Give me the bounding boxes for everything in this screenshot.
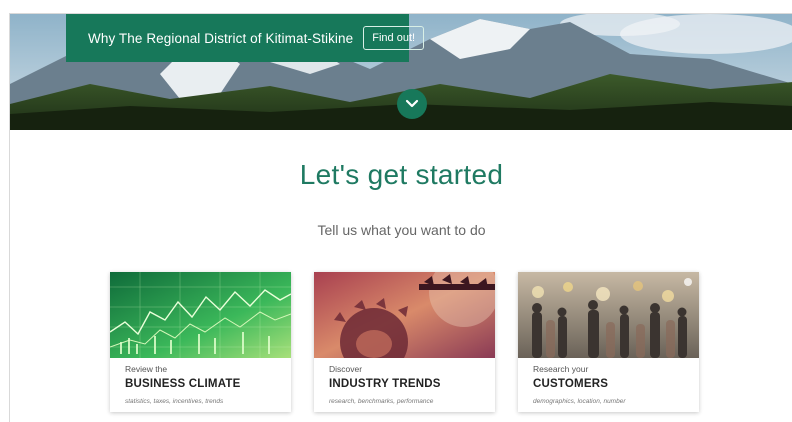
card-customers[interactable]: Research your CUSTOMERS demographics, lo… <box>518 272 699 412</box>
card-industry-trends[interactable]: Discover INDUSTRY TRENDS research, bench… <box>314 272 495 412</box>
find-out-button[interactable]: Find out! <box>363 26 425 50</box>
card-body: Review the BUSINESS CLIMATE statistics, … <box>110 358 291 405</box>
promo-banner: Why The Regional District of Kitimat-Sti… <box>66 14 425 62</box>
card-body: Discover INDUSTRY TRENDS research, bench… <box>314 358 495 405</box>
street-market-crowd-image <box>518 272 699 358</box>
page-subtitle: Tell us what you want to do <box>317 222 486 238</box>
card-tags: demographics, location, number <box>533 398 626 405</box>
card-pretitle: Review the <box>125 364 168 374</box>
industrial-gears-image <box>314 272 495 358</box>
card-business-climate[interactable]: Review the BUSINESS CLIMATE statistics, … <box>110 272 291 412</box>
scroll-down-button[interactable] <box>397 89 427 119</box>
page-title: Let's get started <box>299 159 504 190</box>
card-tags: research, benchmarks, performance <box>329 398 434 405</box>
green-stock-chart-image <box>110 272 291 358</box>
card-pretitle: Research your <box>533 364 589 374</box>
promo-text: Why The Regional District of Kitimat-Sti… <box>88 30 354 46</box>
card-title: CUSTOMERS <box>533 378 609 390</box>
card-pretitle: Discover <box>329 364 363 374</box>
card-body: Research your CUSTOMERS demographics, lo… <box>518 358 699 405</box>
card-title: BUSINESS CLIMATE <box>125 378 241 390</box>
page-frame: Why The Regional District of Kitimat-Sti… <box>9 13 792 422</box>
hero-banner: Why The Regional District of Kitimat-Sti… <box>10 14 792 130</box>
chevron-down-icon <box>405 99 419 108</box>
card-title: INDUSTRY TRENDS <box>329 378 441 390</box>
card-tags: statistics, taxes, incentives, trends <box>125 398 224 405</box>
